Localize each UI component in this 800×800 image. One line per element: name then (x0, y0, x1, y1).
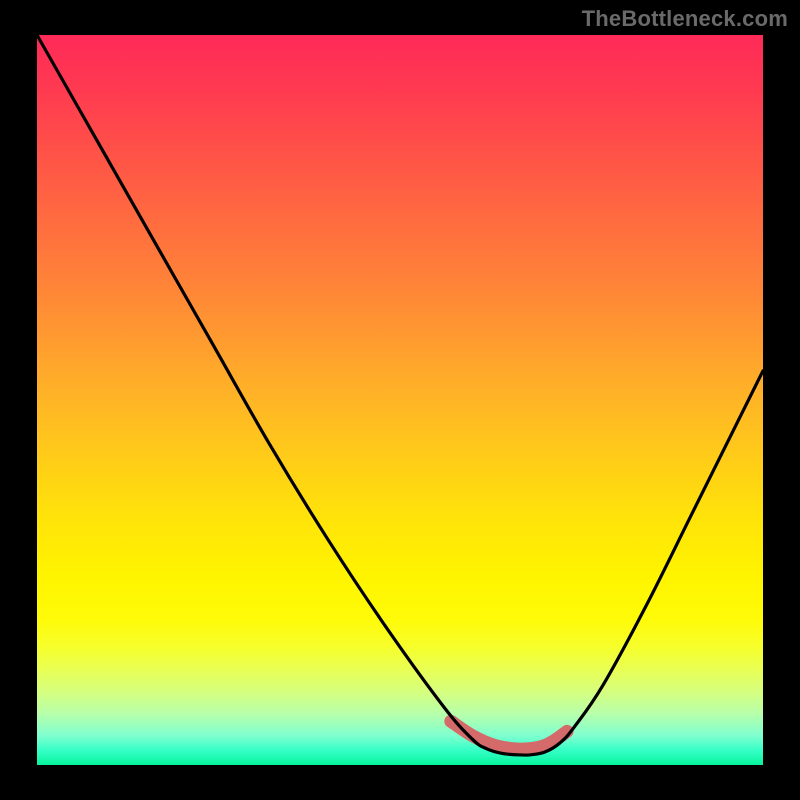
bottleneck-curve (37, 35, 763, 755)
curve-layer (37, 35, 763, 765)
watermark-label: TheBottleneck.com (582, 6, 788, 32)
plot-area (37, 35, 763, 765)
chart-frame: TheBottleneck.com (0, 0, 800, 800)
